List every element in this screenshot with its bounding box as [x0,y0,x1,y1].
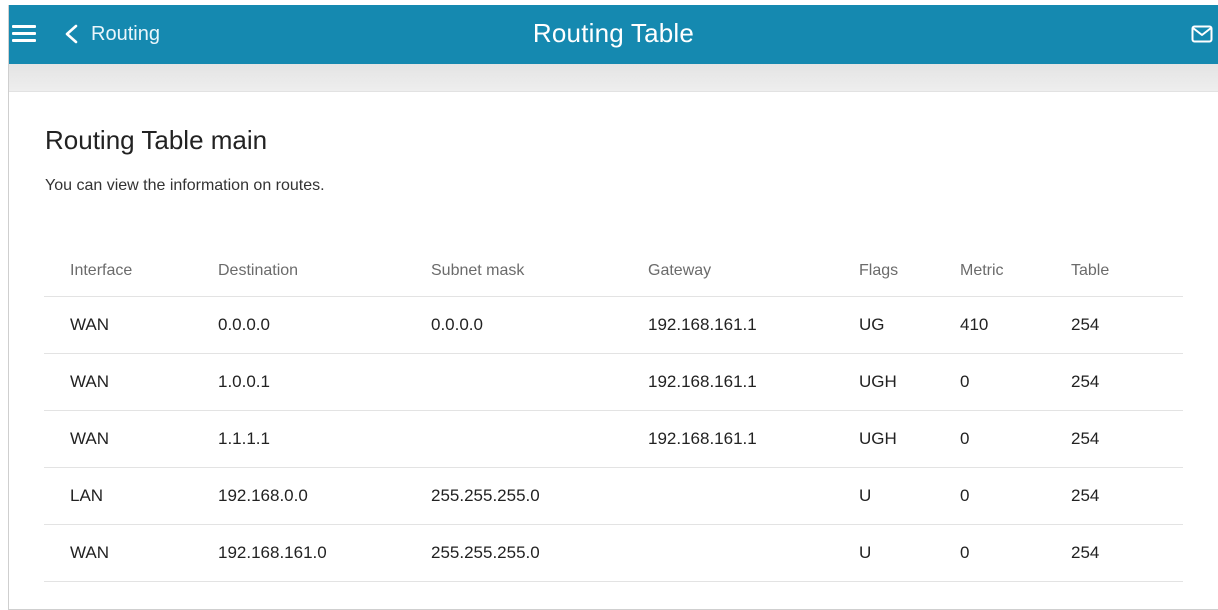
cell-interface: LAN [44,467,192,525]
cell-interface: WAN [44,410,192,468]
cell-flags: UG [833,296,934,354]
cell-interface: WAN [44,524,192,582]
table-header-row: Interface Destination Subnet mask Gatewa… [44,246,1183,297]
sub-toolbar [9,64,1218,92]
page-frame: Routing Routing Table Routing Table main… [8,5,1218,610]
cell-flags: UGH [833,353,934,411]
cell-gateway [622,467,833,525]
cell-destination: 0.0.0.0 [192,296,405,354]
cell-destination: 192.168.161.0 [192,524,405,582]
cell-gateway: 192.168.161.1 [622,410,833,468]
mail-icon[interactable] [1191,25,1213,43]
table-row[interactable]: WAN 192.168.161.0 255.255.255.0 U 0 254 [44,524,1183,582]
column-header-table: Table [1045,246,1183,297]
cell-interface: WAN [44,296,192,354]
cell-subnet-mask: 255.255.255.0 [405,524,622,582]
column-header-gateway: Gateway [622,246,833,297]
cell-metric: 0 [934,467,1045,525]
cell-subnet-mask [405,353,622,411]
column-header-subnet-mask: Subnet mask [405,246,622,297]
cell-table: 254 [1045,467,1183,525]
cell-destination: 192.168.0.0 [192,467,405,525]
column-header-destination: Destination [192,246,405,297]
cell-destination: 1.0.0.1 [192,353,405,411]
section-title: Routing Table main [45,125,268,155]
cell-table: 254 [1045,410,1183,468]
table-row[interactable]: WAN 1.0.0.1 192.168.161.1 UGH 0 254 [44,353,1183,411]
cell-table: 254 [1045,353,1183,411]
cell-flags: U [833,467,934,525]
cell-flags: U [833,524,934,582]
cell-subnet-mask [405,410,622,468]
cell-subnet-mask: 255.255.255.0 [405,467,622,525]
page-title: Routing Table [532,18,695,48]
column-header-flags: Flags [833,246,934,297]
cell-metric: 0 [934,410,1045,468]
cell-metric: 0 [934,524,1045,582]
column-header-interface: Interface [44,246,192,297]
cell-table: 254 [1045,524,1183,582]
cell-gateway: 192.168.161.1 [622,296,833,354]
cell-destination: 1.1.1.1 [192,410,405,468]
routing-table: Interface Destination Subnet mask Gatewa… [44,246,1183,582]
table-row[interactable]: WAN 1.1.1.1 192.168.161.1 UGH 0 254 [44,410,1183,468]
cell-gateway [622,524,833,582]
column-header-metric: Metric [934,246,1045,297]
cell-gateway: 192.168.161.1 [622,353,833,411]
cell-metric: 410 [934,296,1045,354]
cell-interface: WAN [44,353,192,411]
cell-subnet-mask: 0.0.0.0 [405,296,622,354]
cell-metric: 0 [934,353,1045,411]
cell-flags: UGH [833,410,934,468]
section-description: You can view the information on routes. [45,177,325,194]
top-header: Routing Routing Table [9,5,1218,64]
cell-table: 254 [1045,296,1183,354]
table-row[interactable]: LAN 192.168.0.0 255.255.255.0 U 0 254 [44,467,1183,525]
table-row[interactable]: WAN 0.0.0.0 0.0.0.0 192.168.161.1 UG 410… [44,296,1183,354]
